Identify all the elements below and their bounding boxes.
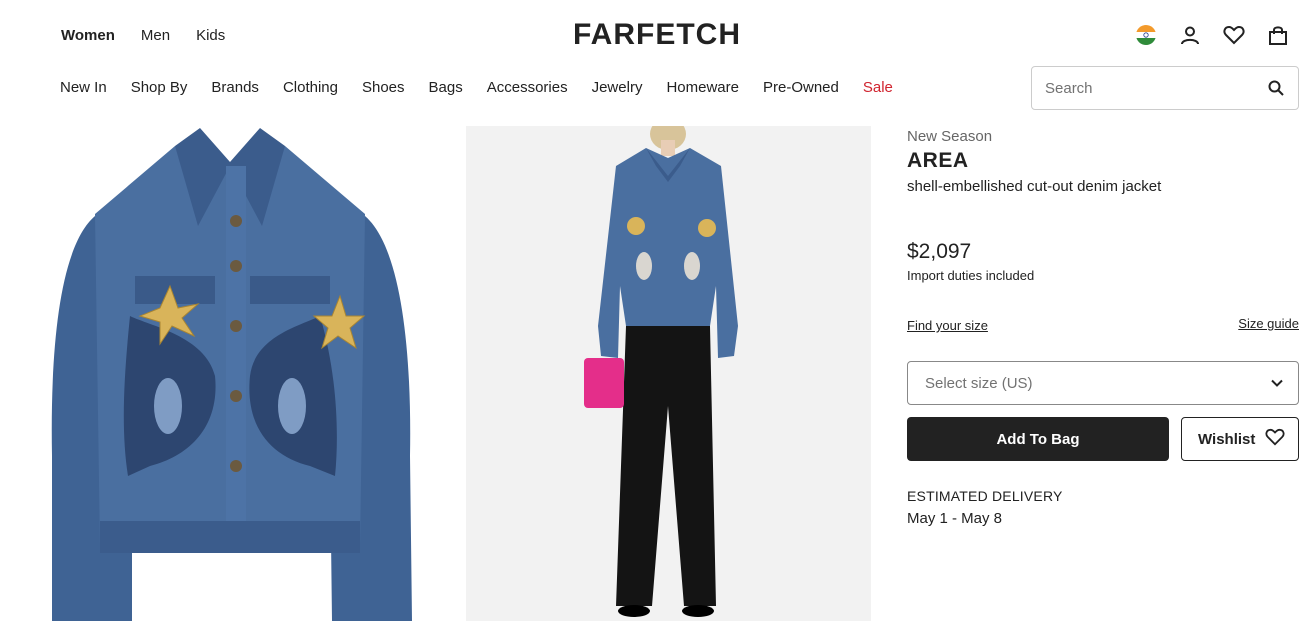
add-to-bag-button[interactable]: Add To Bag bbox=[907, 417, 1169, 461]
shopping-bag-icon[interactable] bbox=[1267, 24, 1289, 46]
nav-item-new-in[interactable]: New In bbox=[60, 79, 107, 96]
header-icons bbox=[1135, 24, 1289, 46]
size-select[interactable]: Select size (US) bbox=[907, 361, 1299, 405]
size-guide-link[interactable]: Size guide bbox=[1238, 316, 1299, 331]
size-select-placeholder: Select size (US) bbox=[925, 374, 1033, 392]
top-bar: Women Men Kids FARFETCH bbox=[0, 0, 1299, 70]
import-duties-note: Import duties included bbox=[907, 268, 1035, 283]
brand-name[interactable]: AREA bbox=[907, 149, 1299, 173]
nav-item-jewelry[interactable]: Jewelry bbox=[592, 79, 643, 96]
denim-jacket-flatlay-image[interactable] bbox=[0, 126, 460, 621]
farfetch-logo[interactable]: FARFETCH bbox=[573, 18, 741, 52]
heart-icon bbox=[1265, 428, 1285, 450]
category-nav: New In Shop By Brands Clothing Shoes Bag… bbox=[60, 79, 917, 96]
estimated-delivery-heading: ESTIMATED DELIVERY bbox=[907, 488, 1063, 504]
account-icon[interactable] bbox=[1179, 24, 1201, 46]
gender-tab-kids[interactable]: Kids bbox=[196, 27, 225, 44]
model-wearing-jacket-image[interactable] bbox=[466, 126, 871, 621]
wishlist-heart-icon[interactable] bbox=[1223, 24, 1245, 46]
product-info: New Season AREA shell-embellished cut-ou… bbox=[907, 128, 1299, 333]
nav-item-pre-owned[interactable]: Pre-Owned bbox=[763, 79, 839, 96]
price: $2,097 bbox=[907, 240, 972, 263]
nav-item-brands[interactable]: Brands bbox=[211, 79, 259, 96]
nav-item-clothing[interactable]: Clothing bbox=[283, 79, 338, 96]
chevron-down-icon bbox=[1270, 376, 1284, 394]
india-flag-icon[interactable] bbox=[1135, 24, 1157, 46]
product-name: shell-embellished cut-out denim jacket bbox=[907, 178, 1162, 195]
nav-item-shoes[interactable]: Shoes bbox=[362, 79, 405, 96]
gender-tab-men[interactable]: Men bbox=[141, 27, 170, 44]
find-your-size-link[interactable]: Find your size bbox=[907, 318, 988, 333]
new-season-label: New Season bbox=[907, 128, 993, 145]
nav-item-bags[interactable]: Bags bbox=[429, 79, 463, 96]
gender-tab-women[interactable]: Women bbox=[61, 27, 115, 44]
nav-item-homeware[interactable]: Homeware bbox=[666, 79, 739, 96]
nav-item-accessories[interactable]: Accessories bbox=[487, 79, 568, 96]
nav-item-shop-by[interactable]: Shop By bbox=[131, 79, 188, 96]
search-icon[interactable] bbox=[1268, 80, 1284, 101]
wishlist-button[interactable]: Wishlist bbox=[1181, 417, 1299, 461]
wishlist-button-label: Wishlist bbox=[1198, 430, 1256, 448]
search-box bbox=[1031, 66, 1299, 110]
gender-nav: Women Men Kids bbox=[61, 27, 225, 44]
nav-item-sale[interactable]: Sale bbox=[863, 79, 893, 96]
search-input[interactable] bbox=[1045, 79, 1255, 97]
estimated-delivery-dates: May 1 - May 8 bbox=[907, 510, 1003, 527]
